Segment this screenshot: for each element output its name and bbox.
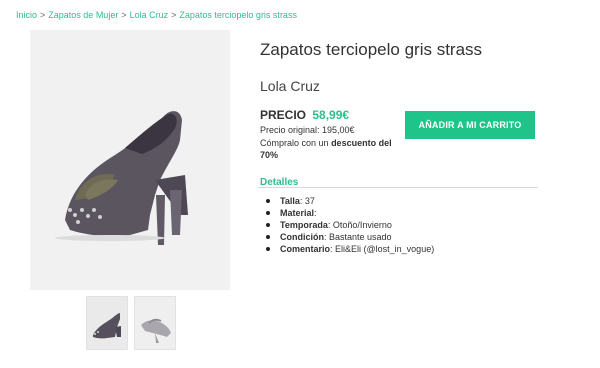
detail-item-comentario: Comentario: Eli&Eli (@lost_in_vogue) [266,243,434,255]
detail-label: Temporada [280,220,328,230]
detail-item-temporada: Temporada: Otoño/Invierno [266,219,434,231]
breadcrumb-link-brand[interactable]: Lola Cruz [130,10,169,20]
product-title: Zapatos terciopelo gris strass [260,40,483,59]
details-divider [258,187,538,188]
breadcrumb-separator: > [40,10,46,20]
discount-prefix: Cómpralo con un [260,138,329,148]
thumbnail-strip [86,296,176,350]
detail-value: : 37 [299,196,315,206]
detail-value: : Otoño/Invierno [327,220,392,230]
breadcrumb-link-product[interactable]: Zapatos terciopelo gris strass [179,10,297,20]
detail-item-material: Material: [266,207,434,219]
detail-item-condicion: Condición: Bastante usado [266,231,434,243]
thumbnail-2[interactable] [134,296,176,350]
discount-text: Cómpralo con un descuento del 70% [260,137,400,161]
detail-label: Comentario [280,244,331,254]
velvet-pump-shoe-image [55,111,188,245]
breadcrumb-link-zapatos-mujer[interactable]: Zapatos de Mujer [48,10,118,20]
product-brand: Lola Cruz [260,78,320,94]
price-row: PRECIO 58,99€ [260,108,349,122]
detail-label: Material [280,208,315,218]
breadcrumb-separator: > [171,10,177,20]
detail-value: : Bastante usado [324,232,392,242]
add-to-cart-button[interactable]: AÑADIR A MI CARRITO [405,111,535,139]
breadcrumb-link-inicio[interactable]: Inicio [16,10,37,20]
thumbnail-1[interactable] [86,296,128,350]
breadcrumb-separator: > [121,10,127,20]
shoe-side-thumbnail [93,313,121,339]
breadcrumb: Inicio > Zapatos de Mujer > Lola Cruz > Zapato… [16,10,297,20]
shoe-front-thumbnail [141,318,171,343]
price-label: PRECIO [260,108,307,122]
details-list: Talla: 37 Material: Temporada: Otoño/Inv… [266,195,434,255]
detail-value: : Eli&Eli (@lost_in_vogue) [330,244,435,254]
original-price: Precio original: 195,00€ [260,125,355,135]
detail-item-talla: Talla: 37 [266,195,434,207]
price-value: 58,99€ [312,108,350,122]
detail-label: Talla [280,196,300,206]
detail-value: : [314,208,317,218]
product-main-image[interactable] [30,30,230,290]
detail-label: Condición [280,232,324,242]
